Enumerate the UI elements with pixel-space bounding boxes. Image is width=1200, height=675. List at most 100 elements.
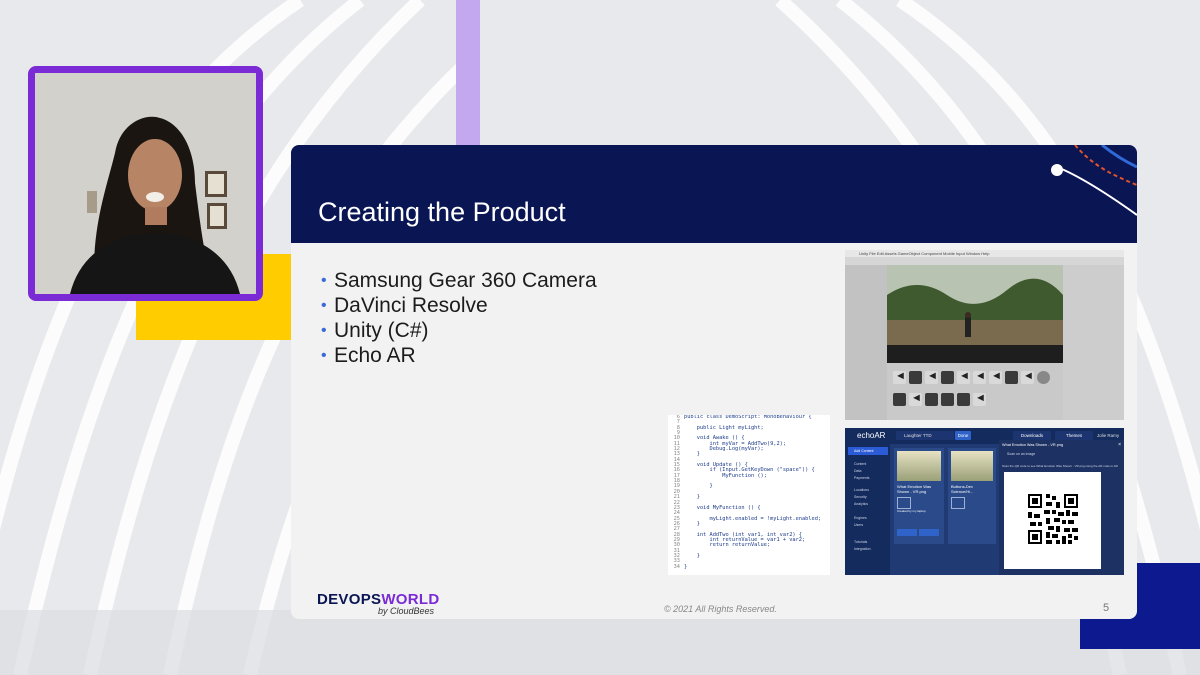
card-title: Buttons-Dev Science/Hi... [951,484,974,494]
card-thumbnail [951,451,993,481]
code-line-text: } [684,494,700,501]
copyright-notice: © 2021 All Rights Reserved. [664,604,777,614]
card-qr-icon [897,497,911,509]
echoar-downloads-button[interactable]: Downloads [1013,431,1051,440]
echoar-content-card[interactable]: Buttons-Dev Science/Hi... [948,448,996,544]
speaker-video-frame [35,73,256,294]
bullet-dot-icon: • [321,272,327,289]
unity-asset-icon [973,370,986,384]
unity-asset-icon [941,393,954,406]
code-line: 6 public class DemoScript: MonoBehaviour … [668,415,830,420]
modal-tab[interactable]: Scan on an image [1007,452,1035,456]
card-configure-button[interactable] [919,529,939,536]
echoar-content-card[interactable]: What Emotion Was Shown - VR.png Created … [894,448,944,544]
slide-page-number: 5 [1103,602,1110,614]
echoar-nav-item[interactable]: Payments [854,476,870,480]
panorama-forest-image [887,265,1063,363]
presentation-slide: Creating the Product • Samsung Gear 360 C… [291,145,1137,619]
modal-close-icon[interactable]: × [1118,442,1121,448]
unity-asset-icon [893,370,906,384]
card-open-button[interactable] [897,529,917,536]
echoar-done-button[interactable]: Done [955,431,971,440]
echoar-nav-item[interactable]: Tutorials [854,540,867,544]
slide-title: Creating the Product [318,197,566,227]
echoar-nav-item[interactable]: Analytics [854,502,868,506]
qr-code-frame [1004,472,1101,569]
echoar-user-menu[interactable]: Jolie Ramy [1095,431,1121,440]
unity-asset-icon [925,370,938,384]
echoar-nav-item[interactable]: Content [854,462,866,466]
unity-assets-panel [887,363,1063,420]
header-swoosh-graphic [1051,145,1137,216]
bullet-dot-icon: • [321,297,327,314]
bullet-item: • DaVinci Resolve [321,293,597,318]
unity-editor-screenshot: Unity File Edit Assets GameObject Compon… [845,250,1124,420]
bullet-item: • Samsung Gear 360 Camera [321,268,597,293]
csharp-code-screenshot: 6 public class DemoScript: MonoBehaviour … [668,415,830,575]
code-line-text: public class DemoScript: MonoBehaviour { [684,415,812,420]
bullet-text: Echo AR [334,344,416,367]
unity-asset-icon [909,392,922,406]
unity-scene-view [887,265,1063,363]
code-line: 34} [668,563,830,570]
unity-asset-icon [957,393,970,406]
unity-asset-icon [989,370,1002,384]
unity-asset-icon [1005,371,1018,384]
unity-toolbar [845,257,1124,265]
echoar-themes-button[interactable]: Themes [1055,431,1093,440]
code-line-text: } [684,552,700,559]
bullet-item: • Unity (C#) [321,318,597,343]
unity-asset-icon [925,393,938,406]
bullet-text: Unity (C#) [334,319,429,342]
code-line-text: myLight.enabled = !myLight.enabled; [684,515,822,522]
logo-byline: by CloudBees [378,606,435,616]
unity-asset-icon [909,371,922,384]
bullet-text: DaVinci Resolve [334,294,488,317]
echoar-console-screenshot: echoAR Laughter TTD Done Downloads Theme… [845,428,1124,575]
unity-asset-icon [1021,370,1034,384]
echoar-add-content-button[interactable]: Add Content [848,447,888,455]
card-thumbnail [897,451,941,481]
card-subtitle: Created by my laptop [897,509,926,513]
unity-asset-icon [1037,371,1050,384]
code-line-text: void MyFunction () { [684,504,761,511]
code-line-text: MyFunction (); [684,472,767,479]
devopsworld-logo: DEVOPSWORLD by CloudBees [317,591,439,616]
unity-hierarchy-panel [845,265,887,420]
code-line-text: public Light myLight; [684,424,764,431]
unity-asset-icon [957,370,970,384]
echoar-sidebar: Add Content Content Data Payments Locati… [845,444,890,575]
echoar-nav-item[interactable]: Security [854,495,867,499]
echoar-nav-item[interactable]: Locations [854,488,869,492]
code-line-text: } [684,483,713,490]
code-line-text: } [684,520,700,527]
echoar-logo: echoAR [857,431,886,440]
bullet-item: • Echo AR [321,343,597,368]
bullet-text: Samsung Gear 360 Camera [334,269,597,292]
echoar-nav-item[interactable]: Engines [854,516,867,520]
echoar-nav-item[interactable]: Data [854,469,861,473]
card-qr-icon [951,497,965,509]
code-line-number: 34 [673,563,680,570]
speaker-webcam [28,66,263,301]
unity-asset-icon [941,371,954,384]
unity-asset-icon [973,392,986,406]
code-line-text: } [684,563,688,570]
qr-code-icon [1028,494,1078,544]
card-actions [897,523,941,536]
unity-menubar: Unity File Edit Assets GameObject Compon… [845,250,1124,257]
bullet-dot-icon: • [321,347,327,364]
bullet-dot-icon: • [321,322,327,339]
unity-inspector-panel [1063,265,1124,420]
bullet-list: • Samsung Gear 360 Camera • DaVinci Resolv… [321,268,597,368]
echoar-qr-modal: What Emotion Was Shown - VR.png × Scan o… [999,440,1124,575]
echoar-search-input[interactable]: Laughter TTD [896,431,954,440]
purple-accent-bar [456,0,480,146]
slide-header: Creating the Product [291,145,1137,243]
card-title: What Emotion Was Shown - VR.png [897,484,932,494]
modal-description: Scan the QR code to see What Emotion Was… [1002,464,1118,468]
modal-title: What Emotion Was Shown - VR.png [1002,443,1064,447]
echoar-nav-item[interactable]: Users [854,523,863,527]
code-line-text: } [684,451,700,458]
echoar-nav-item[interactable]: Integration [854,547,871,551]
